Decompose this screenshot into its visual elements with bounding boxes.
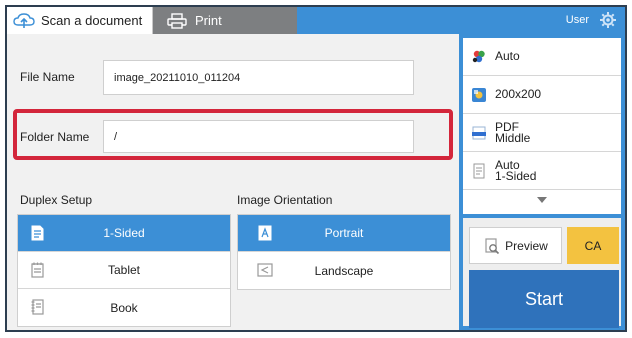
resolution-icon [472,87,486,102]
chevron-down-icon[interactable] [537,196,547,204]
right-panel: Auto 200x200 PDF Middle Auto 1-Sided Pre… [459,34,625,330]
printer-icon [167,12,187,29]
folder-name-field[interactable]: / [103,120,414,153]
orientation-option-label: Landscape [314,263,374,278]
tab-scan-a-document[interactable]: Scan a document [7,7,153,34]
orientation-options: Portrait Landscape [237,214,451,290]
orientation-option-portrait[interactable]: Portrait [238,215,450,252]
setting-line2: Middle [495,130,531,145]
setting-text: Auto [495,49,520,63]
folder-name-value: / [114,130,118,143]
duplex-setup-title: Duplex Setup [20,193,93,207]
cloud-scan-icon [13,12,35,28]
setting-line1: Auto [495,49,520,63]
tablet-binding-icon [31,262,44,278]
duplex-option-label: 1-Sided [103,226,145,240]
duplex-option-book[interactable]: Book [18,289,230,326]
file-name-field[interactable]: image_20211010_011204 [103,60,414,95]
start-label: Start [524,288,563,309]
duplex-option-tablet[interactable]: Tablet [18,252,230,289]
start-button[interactable]: Start [469,270,619,328]
orientation-option-landscape[interactable]: Landscape [238,252,450,289]
image-orientation-title: Image Orientation [237,193,333,207]
file-name-value: image_20211010_011204 [114,71,241,84]
gear-icon[interactable] [599,11,617,29]
tab-scan-label: Scan a document [41,13,143,28]
one-sided-page-icon [31,225,44,241]
main-form-area: File Name image_20211010_011204 Folder N… [7,34,459,330]
duplex-option-label: Book [110,300,138,315]
setting-file-format[interactable]: PDF Middle [463,114,621,152]
preview-button[interactable]: Preview [469,227,562,264]
setting-color-mode[interactable]: Auto [463,38,621,76]
scan-app-window: Scan a document Print User File Name ima… [5,5,627,332]
folder-name-label: Folder Name [20,130,90,144]
ca-button[interactable]: CA [567,227,619,264]
duplex-option-label: Tablet [107,263,141,277]
preview-label: Preview [505,238,548,253]
duplex-option-1-sided[interactable]: 1-Sided [18,215,230,252]
setting-line1: 200x200 [495,87,542,101]
tab-print-label: Print [195,13,222,28]
color-mode-icon [472,50,485,62]
tab-print[interactable]: Print [153,7,297,34]
magnifier-page-icon [485,237,500,254]
ca-label: CA [584,238,602,253]
landscape-icon [257,263,273,277]
setting-line2: 1-Sided [495,168,537,183]
file-format-icon [472,126,486,139]
file-name-label: File Name [20,70,75,84]
header-bar: Scan a document Print User [7,7,625,34]
setting-original-size[interactable]: Auto 1-Sided [463,152,621,190]
more-settings-row[interactable] [463,190,621,210]
scan-settings-list: Auto 200x200 PDF Middle Auto 1-Sided [463,38,621,214]
portrait-icon [258,225,272,241]
original-size-icon [473,163,485,178]
setting-text: Auto 1-Sided [495,159,537,183]
duplex-options: 1-Sided Tablet Book [17,214,231,327]
setting-text: PDF Middle [495,121,531,145]
setting-resolution[interactable]: 200x200 [463,76,621,114]
book-binding-icon [31,299,44,315]
user-label[interactable]: User [566,7,589,34]
orientation-option-label: Portrait [324,226,364,240]
